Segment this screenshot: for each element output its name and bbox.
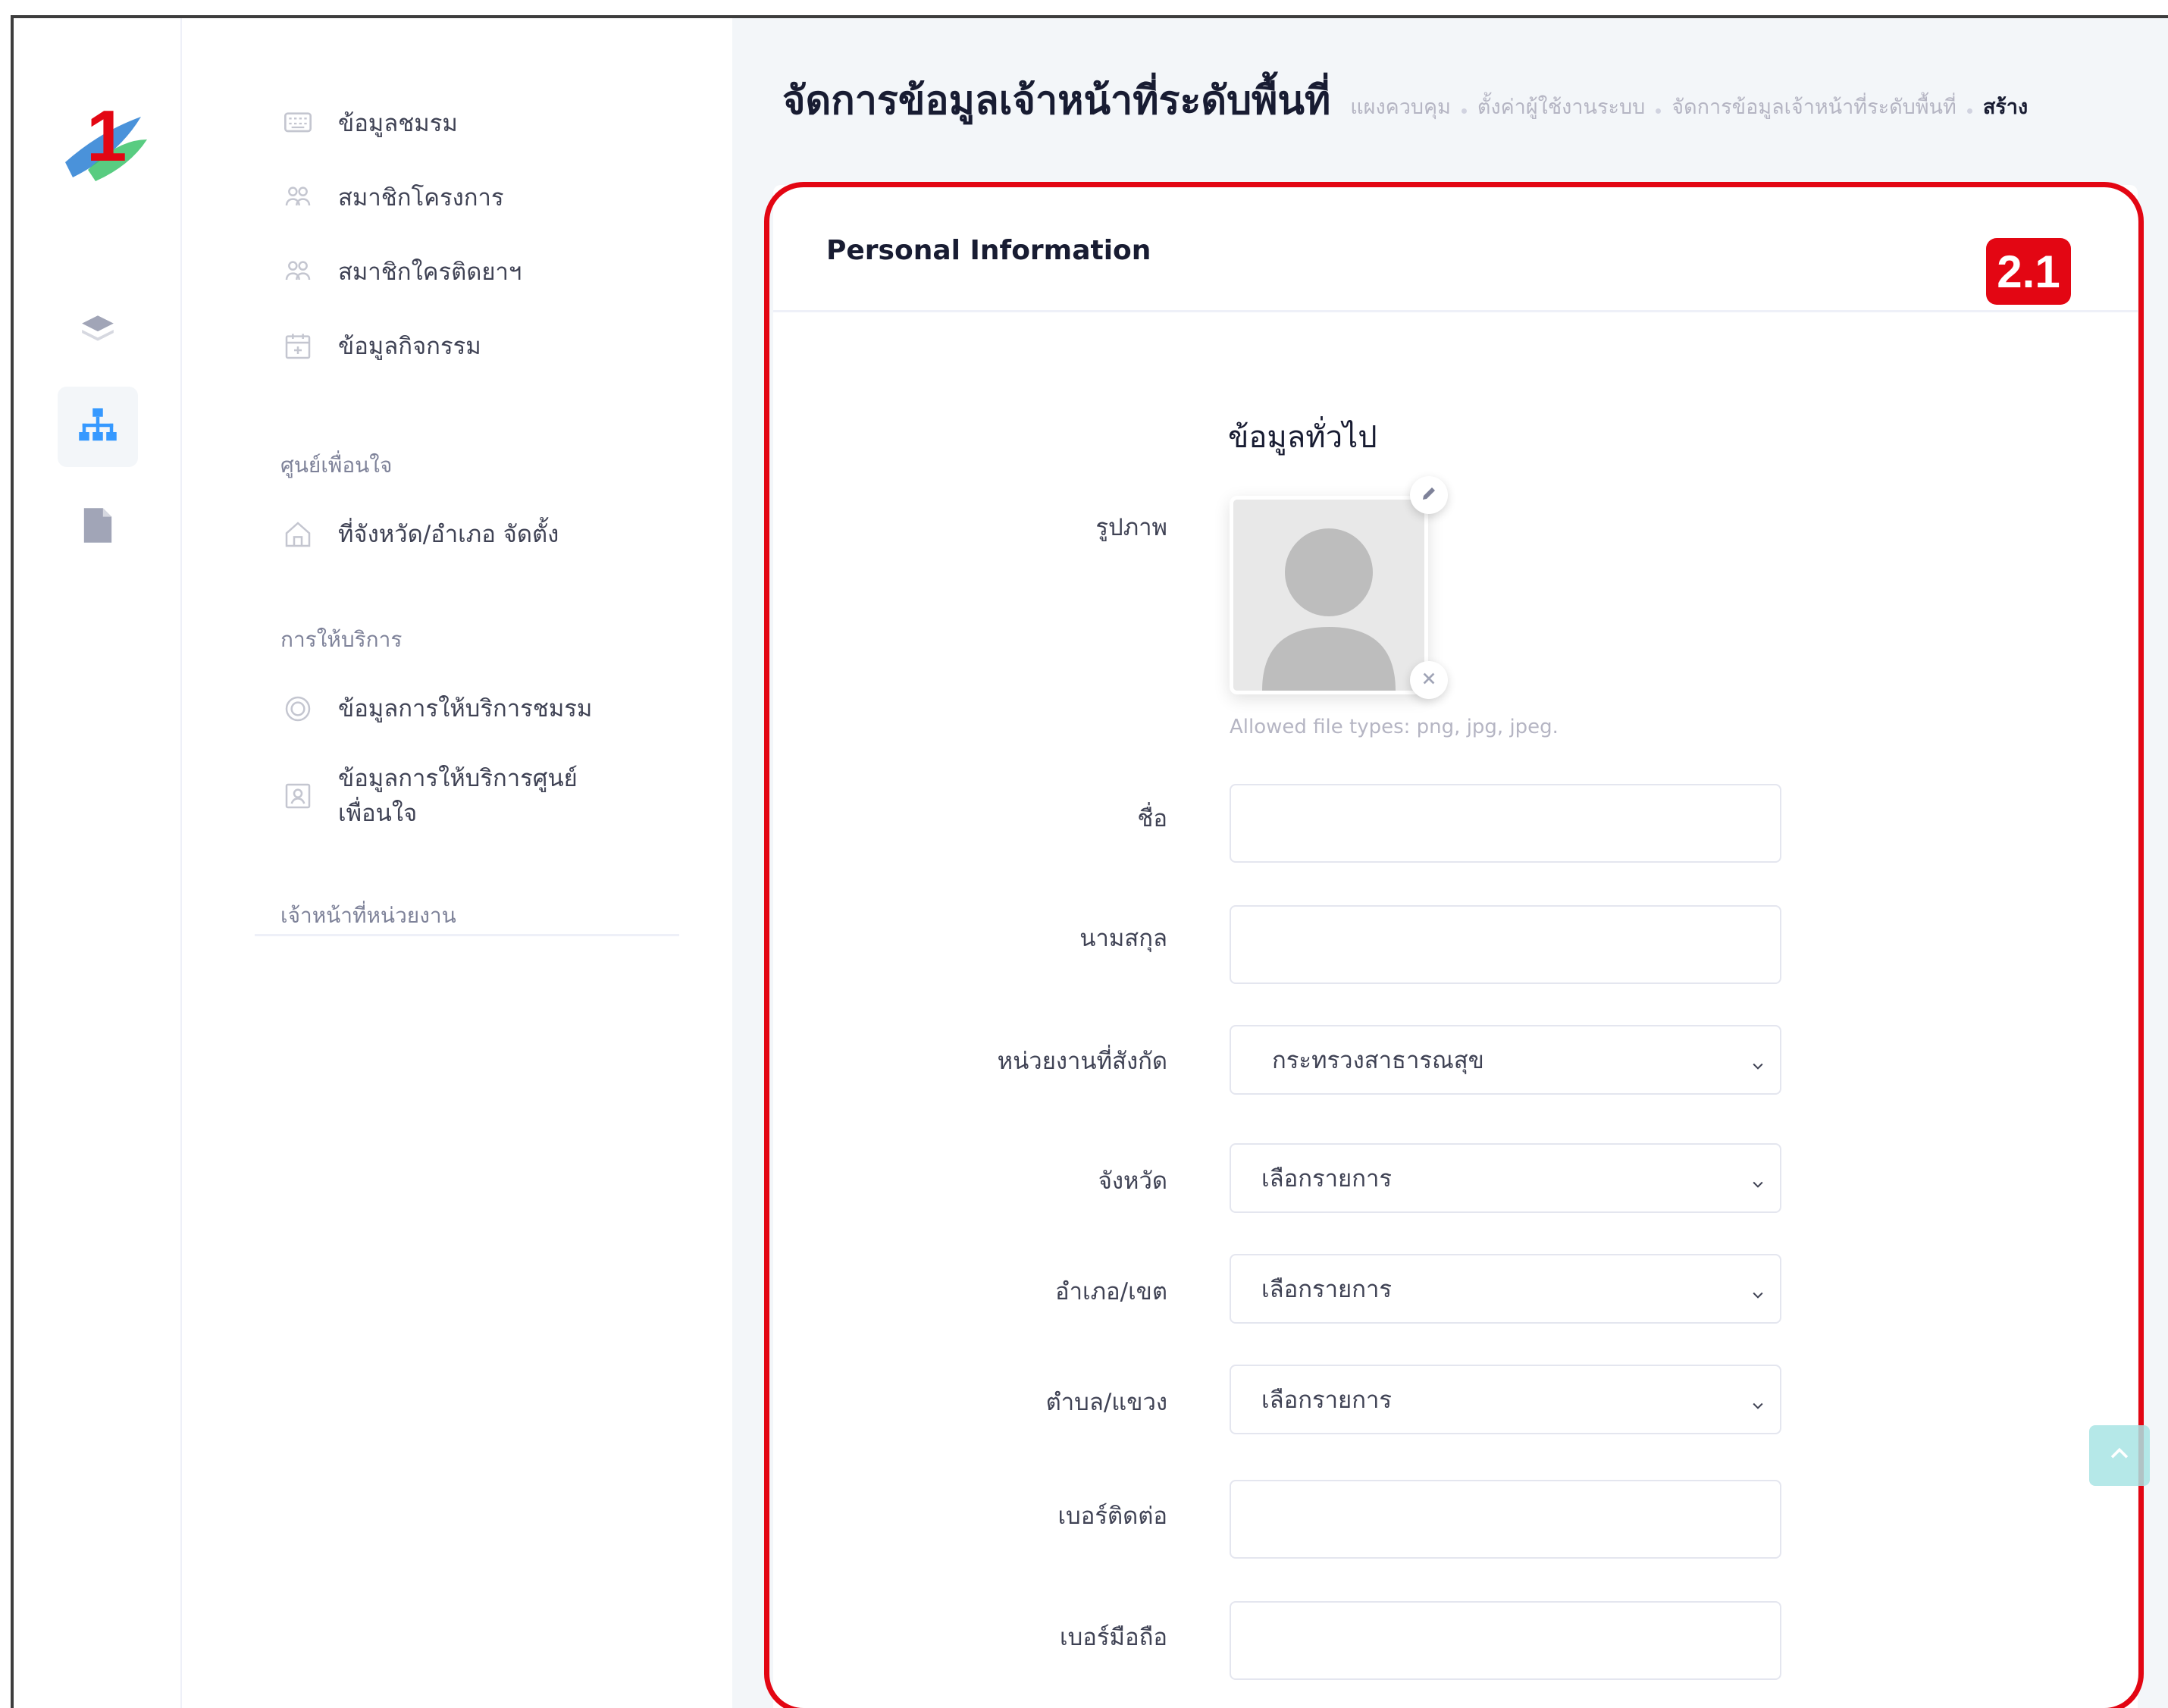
breadcrumb-dashboard[interactable]: แผงควบคุม	[1350, 90, 1451, 123]
breadcrumb-separator	[1656, 108, 1662, 114]
logo-text: 1	[86, 96, 127, 177]
keyboard-icon	[280, 106, 315, 141]
subdistrict-select[interactable]: เลือกรายการ	[1230, 1365, 1781, 1434]
menu-item-activities[interactable]: ข้อมูลกิจกรรม	[280, 329, 705, 364]
last-name-label: นามสกุล	[1079, 925, 1167, 952]
chevron-up-icon	[2107, 1441, 2132, 1470]
aside-rail: 1	[14, 18, 182, 1708]
chevron-down-icon	[1750, 1392, 1766, 1419]
menu-item-label: ข้อมูลการให้บริการศูนย์	[338, 765, 578, 792]
subdistrict-label: ตำบล/แขวง	[1045, 1389, 1167, 1416]
disc-icon	[280, 691, 315, 726]
org-rail-button[interactable]	[58, 387, 138, 467]
main-content: จัดการข้อมูลเจ้าหน้าที่ระดับพื้นที่ แผงค…	[732, 18, 2168, 1708]
photo-hint: Allowed file types: png, jpg, jpeg.	[1230, 716, 1559, 738]
agency-selected-value: กระทรวงสาธารณสุข	[1272, 1047, 1484, 1074]
section-title-general: ข้อมูลทั่วไป	[1228, 420, 1377, 455]
avatar-upload[interactable]	[1230, 496, 1428, 694]
subheader: จัดการข้อมูลเจ้าหน้าที่ระดับพื้นที่ แผงค…	[782, 68, 2028, 131]
chevron-down-icon	[1750, 1281, 1766, 1308]
menu-section-service: การให้บริการ	[280, 627, 403, 652]
app-frame: 1 ข้อมูลชมรม สมาชิกโครงการ สมาชิกใครติดย…	[11, 15, 2168, 1708]
layers-icon	[79, 311, 117, 352]
menu-item-label-line2: เพื่อนใจ	[338, 800, 418, 827]
menu-item-label: ข้อมูลกิจกรรม	[338, 333, 481, 360]
sitemap-icon	[77, 406, 118, 447]
menu-section-friend-center: ศูนย์เพื่อนใจ	[280, 453, 393, 478]
mobile-label: เบอร์มือถือ	[1060, 1624, 1167, 1651]
personal-info-card: Personal Information ข้อมูลทั่วไป รูปภาพ	[773, 185, 2138, 1708]
first-name-label: ชื่อ	[1137, 805, 1167, 832]
menu-divider	[255, 934, 679, 936]
menu-item-label: สมาชิกใครติดยาฯ	[338, 259, 522, 286]
breadcrumb-staff-management[interactable]: จัดการข้อมูลเจ้าหน้าที่ระดับพื้นที่	[1671, 90, 1957, 123]
province-selected-value: เลือกรายการ	[1261, 1165, 1393, 1192]
menu-item-project-members[interactable]: สมาชิกโครงการ	[280, 180, 705, 215]
users-icon	[280, 255, 315, 290]
chevron-down-icon	[1750, 1171, 1766, 1198]
menu-item-label: สมาชิกโครงการ	[338, 184, 504, 212]
agency-select[interactable]: กระทรวงสาธารณสุข	[1230, 1025, 1781, 1095]
app-logo[interactable]: 1	[58, 86, 149, 193]
mobile-field[interactable]	[1230, 1601, 1781, 1680]
file-icon	[82, 506, 114, 547]
district-label: อำเภอ/เขต	[1054, 1278, 1167, 1305]
breadcrumb-separator	[1966, 108, 1972, 114]
edit-photo-button[interactable]	[1410, 476, 1448, 514]
phone-label: เบอร์ติดต่อ	[1057, 1503, 1167, 1530]
menu-item-label: ที่จังหวัด/อำเภอ จัดตั้ง	[338, 521, 559, 548]
province-label: จังหวัด	[1098, 1167, 1167, 1195]
photo-label: รูปภาพ	[1095, 514, 1167, 541]
phone-field[interactable]	[1230, 1480, 1781, 1559]
contact-card-icon	[280, 779, 315, 813]
first-name-field[interactable]	[1230, 784, 1781, 863]
avatar-placeholder-icon	[1233, 500, 1424, 691]
home-icon	[280, 517, 315, 552]
breadcrumb-create: สร้าง	[1982, 96, 2029, 119]
card-title: Personal Information	[826, 235, 1151, 266]
menu-item-club-service[interactable]: ข้อมูลการให้บริการชมรม	[280, 691, 705, 726]
menu-item-center-service[interactable]: ข้อมูลการให้บริการศูนย์ เพื่อนใจ	[280, 761, 705, 831]
scroll-top-button[interactable]	[2089, 1425, 2150, 1486]
menu-item-province-setup[interactable]: ที่จังหวัด/อำเภอ จัดตั้ง	[280, 517, 705, 552]
breadcrumb-user-settings[interactable]: ตั้งค่าผู้ใช้งานระบบ	[1477, 90, 1645, 123]
card-header: Personal Information	[773, 185, 2138, 312]
breadcrumb-separator	[1461, 108, 1467, 114]
district-selected-value: เลือกรายการ	[1261, 1276, 1393, 1303]
close-icon	[1421, 670, 1437, 690]
menu-item-label: ข้อมูลการให้บริการชมรม	[338, 695, 593, 722]
last-name-field[interactable]	[1230, 905, 1781, 984]
page-title: จัดการข้อมูลเจ้าหน้าที่ระดับพื้นที่	[782, 78, 1331, 124]
agency-label: หน่วยงานที่สังกัด	[997, 1048, 1167, 1075]
province-select[interactable]: เลือกรายการ	[1230, 1143, 1781, 1213]
menu-item-drug-members[interactable]: สมาชิกใครติดยาฯ	[280, 255, 705, 290]
remove-photo-button[interactable]	[1410, 661, 1448, 699]
pencil-icon	[1420, 484, 1438, 506]
menu-section-staff[interactable]: เจ้าหน้าที่หน่วยงาน	[280, 899, 456, 932]
chevron-down-icon	[1750, 1052, 1766, 1080]
document-rail-button[interactable]	[58, 487, 138, 567]
menu-item-label: ข้อมูลชมรม	[338, 110, 458, 137]
secondary-menu: ข้อมูลชมรม สมาชิกโครงการ สมาชิกใครติดยาฯ…	[182, 18, 732, 1708]
users-icon	[280, 180, 315, 215]
step-badge: 2.1	[1986, 238, 2071, 305]
district-select[interactable]: เลือกรายการ	[1230, 1254, 1781, 1324]
subdistrict-selected-value: เลือกรายการ	[1261, 1387, 1393, 1414]
layers-rail-button[interactable]	[58, 291, 138, 371]
calendar-add-icon	[280, 329, 315, 364]
menu-item-club[interactable]: ข้อมูลชมรม	[280, 106, 705, 141]
